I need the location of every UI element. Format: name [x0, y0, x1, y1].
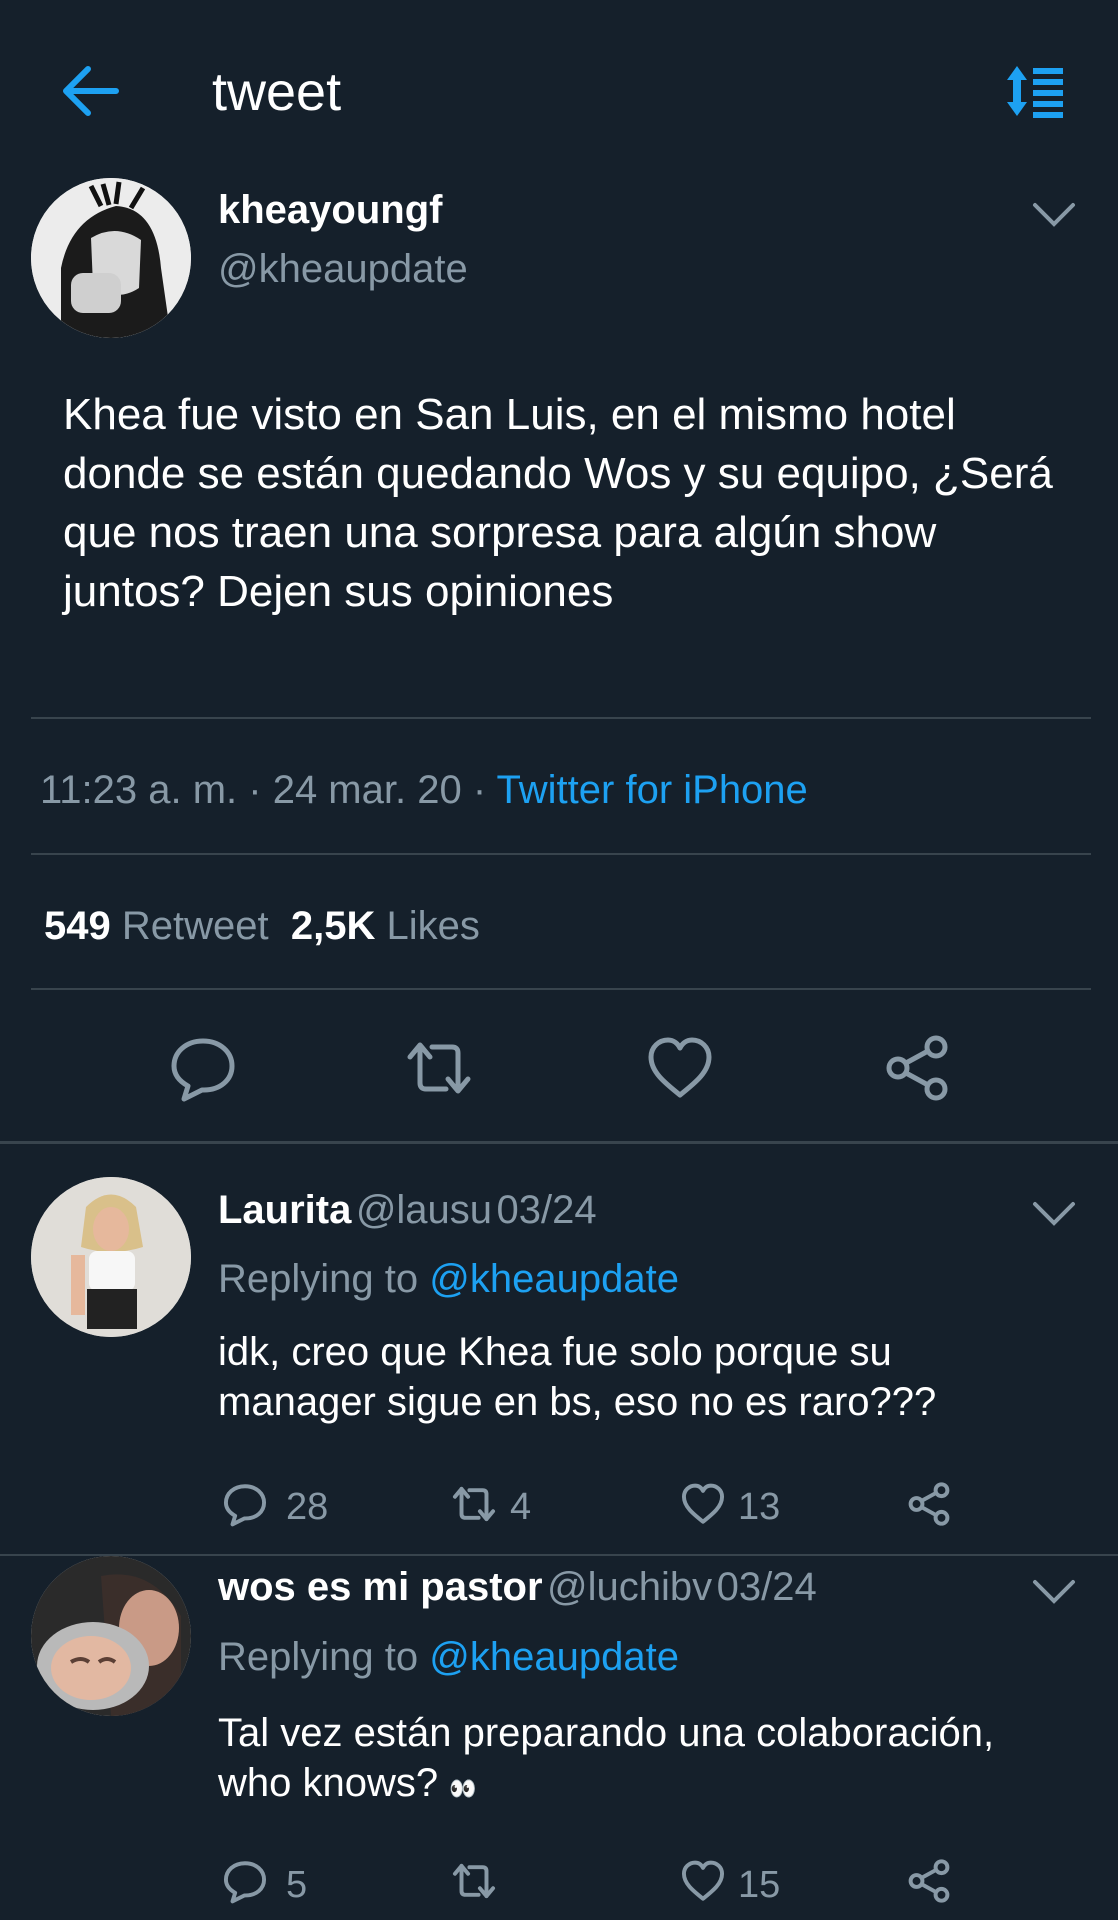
reply-icon[interactable]	[222, 1858, 268, 1904]
author-avatar[interactable]	[31, 178, 191, 338]
reply-avatar[interactable]	[31, 1177, 191, 1337]
like-label[interactable]: Likes	[386, 904, 479, 948]
retweet-count: 4	[510, 1486, 532, 1528]
eyes-emoji: 👀	[449, 1776, 477, 1801]
like-icon[interactable]	[680, 1858, 726, 1904]
reply-author-handle[interactable]: @lausu	[356, 1188, 492, 1232]
replying-to-label: Replying to	[218, 1257, 419, 1301]
reply-count: 5	[286, 1864, 308, 1906]
retweet-icon[interactable]	[451, 1481, 497, 1527]
arrow-left-icon[interactable]	[58, 64, 120, 118]
replying-to-handle[interactable]: @kheaupdate	[429, 1635, 679, 1679]
like-count: 15	[738, 1864, 781, 1906]
author-handle[interactable]: @kheaupdate	[218, 244, 468, 294]
meta-separator: ·	[237, 768, 273, 812]
divider	[31, 717, 1091, 719]
divider	[31, 988, 1091, 990]
retweet-icon[interactable]	[404, 1033, 474, 1103]
tweet-text: Khea fue visto en San Luis, en el mismo …	[63, 390, 1053, 616]
reply-header: wos es mi pastor @luchibv 03/24	[218, 1563, 817, 1620]
chevron-down-icon[interactable]	[1032, 1200, 1076, 1228]
reply-count: 28	[286, 1486, 329, 1528]
like-count[interactable]: 2,5K	[291, 904, 376, 948]
like-count: 13	[738, 1486, 781, 1528]
reply-header: Laurita @lausu 03/24	[218, 1186, 597, 1243]
share-icon[interactable]	[906, 1481, 952, 1527]
retweet-count[interactable]: 549	[44, 904, 111, 948]
chevron-down-icon[interactable]	[1032, 1578, 1076, 1606]
reply-author-handle[interactable]: @luchibv	[547, 1565, 712, 1609]
sort-list-icon[interactable]	[1005, 62, 1065, 120]
divider	[31, 853, 1091, 855]
share-icon[interactable]	[906, 1858, 952, 1904]
reply-icon[interactable]	[168, 1033, 238, 1103]
like-icon[interactable]	[680, 1481, 726, 1527]
retweet-label[interactable]: Retweet	[122, 904, 269, 948]
avatar-photo	[31, 178, 191, 338]
reply-date: 03/24	[496, 1188, 597, 1232]
share-icon[interactable]	[882, 1033, 952, 1103]
reply-avatar[interactable]	[31, 1556, 191, 1716]
reply-text-line: idk, creo que Khea fue solo porque su	[218, 1330, 892, 1374]
tweet-source[interactable]: Twitter for iPhone	[497, 768, 808, 812]
section-divider	[0, 1554, 1118, 1556]
tweet-meta: 11:23 a. m. · 24 mar. 20 · Twitter for i…	[40, 762, 808, 818]
reply-text-line: Tal vez están preparando una colaboració…	[218, 1711, 995, 1755]
retweet-icon[interactable]	[451, 1858, 497, 1904]
chevron-down-icon[interactable]	[1032, 201, 1076, 229]
like-icon[interactable]	[645, 1033, 715, 1103]
meta-separator: ·	[461, 768, 497, 812]
tweet-stats: 549 Retweet 2,5K Likes	[44, 898, 480, 954]
reply-date: 03/24	[716, 1565, 817, 1609]
replying-to: Replying to @kheaupdate	[218, 1632, 679, 1682]
tweet-time: 11:23 a. m.	[40, 768, 238, 812]
replying-to-handle[interactable]: @kheaupdate	[429, 1257, 679, 1301]
tweet-date: 24 mar. 20	[272, 768, 462, 812]
page-title: tweet	[212, 62, 342, 122]
replying-to: Replying to @kheaupdate	[218, 1254, 679, 1304]
reply-icon[interactable]	[222, 1481, 268, 1527]
reply-author-name[interactable]: Laurita	[218, 1188, 351, 1232]
top-app-bar: tweet	[0, 0, 1118, 180]
reply-author-name[interactable]: wos es mi pastor	[218, 1565, 543, 1609]
section-divider	[0, 1141, 1118, 1144]
reply-text: who knows?	[218, 1761, 439, 1805]
replying-to-label: Replying to	[218, 1635, 419, 1679]
author-name[interactable]: kheayoungf	[218, 186, 442, 234]
reply-text-line: manager sigue en bs, eso no es raro???	[218, 1380, 937, 1424]
reply-text-line-2: who knows? 👀	[218, 1758, 477, 1814]
avatar-photo	[31, 1556, 191, 1716]
avatar-photo	[31, 1177, 191, 1337]
